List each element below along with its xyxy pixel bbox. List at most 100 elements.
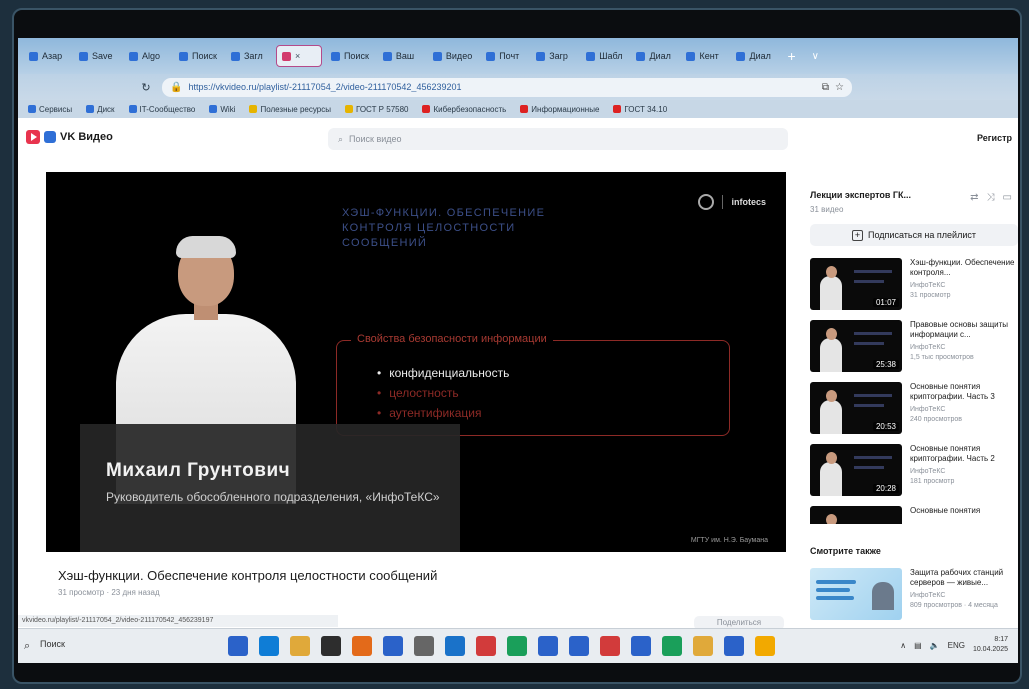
vk-video-play-logo-icon — [26, 130, 40, 144]
taskbar-app-icon[interactable] — [724, 636, 744, 656]
bookmark-star-icon[interactable]: ☆ — [835, 82, 844, 93]
recommended-item-title: Защита рабочих станций серверов — живые.… — [910, 568, 1004, 587]
bookmark-item[interactable]: IT-Сообщество — [128, 105, 195, 114]
speaker-hair — [176, 236, 236, 258]
browser-tab[interactable]: Загр — [531, 45, 577, 67]
taskbar-app-icon[interactable] — [228, 636, 248, 656]
bookmark-item[interactable]: Сервисы — [28, 105, 72, 114]
browser-tab[interactable]: Шабл — [581, 45, 627, 67]
repeat-icon[interactable]: ⇄ — [970, 192, 978, 203]
speaker-name: Михаил Грунтович — [106, 460, 291, 481]
search-icon[interactable]: ⌕ — [24, 640, 30, 653]
browser-tab-active[interactable]: × — [275, 45, 322, 67]
tab-favicon-icon — [486, 51, 496, 61]
tab-list-chevron-icon[interactable]: ∨ — [806, 51, 825, 62]
playlist-item[interactable]: 01:07 Хэш-функции. Обеспечение контроля.… — [810, 258, 1018, 312]
tab-favicon-icon — [230, 51, 240, 61]
subscribe-playlist-button[interactable]: + Подписаться на плейлист — [810, 224, 1018, 246]
playlist-item-title: Хэш-функции. Обеспечение контроля... — [910, 258, 1015, 277]
recommended-item[interactable]: Защита рабочих станций серверов — живые.… — [810, 568, 1018, 622]
search-icon: ⌕ — [338, 133, 344, 144]
video-thumbnail: 20:53 — [810, 382, 902, 434]
taskbar-app-icon[interactable] — [755, 636, 775, 656]
browser-tab[interactable]: Видео — [428, 45, 477, 67]
properties-list: конфиденциальность целостность аутентифи… — [377, 363, 509, 423]
bookmark-item[interactable]: ГОСТ Р 57580 — [344, 105, 408, 114]
playlist-name[interactable]: Лекции экспертов ГК... — [810, 190, 911, 200]
bookmark-item[interactable]: Wiki — [209, 105, 235, 114]
browser-tab[interactable]: Диал — [731, 45, 777, 67]
bookmark-item[interactable]: Информационные — [520, 105, 599, 114]
taskbar-app-icon[interactable] — [693, 636, 713, 656]
browser-tab[interactable]: Диал — [631, 45, 677, 67]
taskbar-app-icon[interactable] — [662, 636, 682, 656]
browser-tab[interactable]: Почт — [481, 45, 527, 67]
taskbar-app-icon[interactable] — [631, 636, 651, 656]
taskbar-search[interactable]: Поиск — [40, 639, 65, 649]
url-field[interactable]: 🔒 https://vkvideo.ru/playlist/-21117054_… — [162, 77, 852, 97]
playlist-item-title: Основные понятия — [910, 506, 981, 515]
chevron-up-icon[interactable]: ∧ — [900, 641, 906, 650]
vk-video-logo[interactable]: VK Видео — [26, 130, 113, 144]
taskbar-app-icon[interactable] — [352, 636, 372, 656]
bookmark-item[interactable]: ГОСТ 34.10 — [613, 105, 667, 114]
browser-tab[interactable]: Поиск — [174, 45, 222, 67]
network-icon[interactable]: ▤ — [914, 641, 922, 650]
browser-tab[interactable]: Азар — [24, 45, 70, 67]
browser-tab[interactable]: Algo — [124, 45, 170, 67]
taskbar-app-icon[interactable] — [600, 636, 620, 656]
taskbar-app-icon[interactable] — [538, 636, 558, 656]
register-button[interactable]: Регистр — [977, 133, 1012, 143]
bookmark-item[interactable]: Диск — [86, 105, 115, 114]
playlist-item-author: ИнфоТеКС — [910, 344, 946, 351]
thumbnail-slide-line — [854, 332, 892, 335]
playlist-item-views: 1,5 тыс просмотров — [910, 354, 974, 361]
thumbnail-slide-line — [854, 456, 892, 459]
collapse-icon[interactable]: ▭ — [1003, 192, 1012, 203]
taskbar-app-icon[interactable] — [383, 636, 403, 656]
taskbar-app-icon[interactable] — [414, 636, 434, 656]
video-thumbnail: 20:28 — [810, 444, 902, 496]
video-thumbnail: 01:07 — [810, 258, 902, 310]
taskbar-app-icon[interactable] — [569, 636, 589, 656]
system-tray: ∧ ▤ 🔈 ENG 8:17 10.04.2025 — [900, 635, 1008, 655]
playlist-item-text: Хэш-функции. Обеспечение контроля... Инф… — [910, 258, 1018, 312]
browser-tab[interactable]: Ваш — [378, 45, 424, 67]
tab-close-icon[interactable]: × — [295, 51, 300, 61]
browser-tab[interactable]: Кент — [681, 45, 727, 67]
reader-mode-icon[interactable]: ⧉ — [822, 82, 829, 93]
browser-tab[interactable]: Save — [74, 45, 120, 67]
bookmark-favicon-icon — [422, 105, 431, 113]
new-tab-plus-icon[interactable]: + — [781, 48, 801, 64]
taskbar-app-icon[interactable] — [476, 636, 496, 656]
bookmark-item[interactable]: Кибербезопасность — [422, 105, 506, 114]
bookmark-item[interactable]: Полезные ресурсы — [249, 105, 331, 114]
playlist-item[interactable]: 25:38 Правовые основы защиты информации … — [810, 320, 1018, 374]
thumbnail-speaker — [872, 582, 894, 610]
clock-time: 8:17 — [994, 636, 1008, 643]
taskbar-app-icon[interactable] — [445, 636, 465, 656]
playlist-item[interactable]: Основные понятия — [810, 506, 1018, 524]
bookmark-favicon-icon — [520, 105, 529, 113]
playlist-item[interactable]: 20:53 Основные понятия криптографии. Час… — [810, 382, 1018, 436]
taskbar-app-icon[interactable] — [290, 636, 310, 656]
clock[interactable]: 8:17 10.04.2025 — [973, 635, 1008, 655]
language-indicator[interactable]: ENG — [948, 641, 965, 650]
video-player[interactable]: Хэш-функции. Обеспечение контроля целост… — [46, 172, 786, 552]
taskbar-app-icon[interactable] — [507, 636, 527, 656]
thumbnail-slide-line — [854, 466, 884, 469]
taskbar-app-icon[interactable] — [321, 636, 341, 656]
video-search-input[interactable]: ⌕ Поиск видео — [328, 128, 788, 150]
reload-icon[interactable]: ↻ — [138, 81, 154, 94]
playlist-item[interactable]: 20:28 Основные понятия криптографии. Час… — [810, 444, 1018, 498]
browser-tab[interactable]: Поиск — [326, 45, 374, 67]
vk-video-header: VK Видео ⌕ Поиск видео Регистр — [18, 118, 1018, 158]
video-duration: 25:38 — [872, 360, 899, 369]
browser-tab[interactable]: Загл — [226, 45, 272, 67]
playlist-sidebar: Лекции экспертов ГК... 31 видео ⇄ ⤨ ▭ + … — [800, 174, 1018, 524]
taskbar-app-icon[interactable] — [259, 636, 279, 656]
shuffle-icon[interactable]: ⤨ — [987, 192, 995, 203]
windows-taskbar: ⌕ Поиск ∧ ▤ 🔈 ENG 8:17 10.04.2025 — [18, 628, 1018, 663]
volume-icon[interactable]: 🔈 — [930, 641, 940, 650]
browser-tab-strip: Азар Save Algo Поиск Загл × Поиск Ваш Ви… — [18, 38, 1018, 74]
